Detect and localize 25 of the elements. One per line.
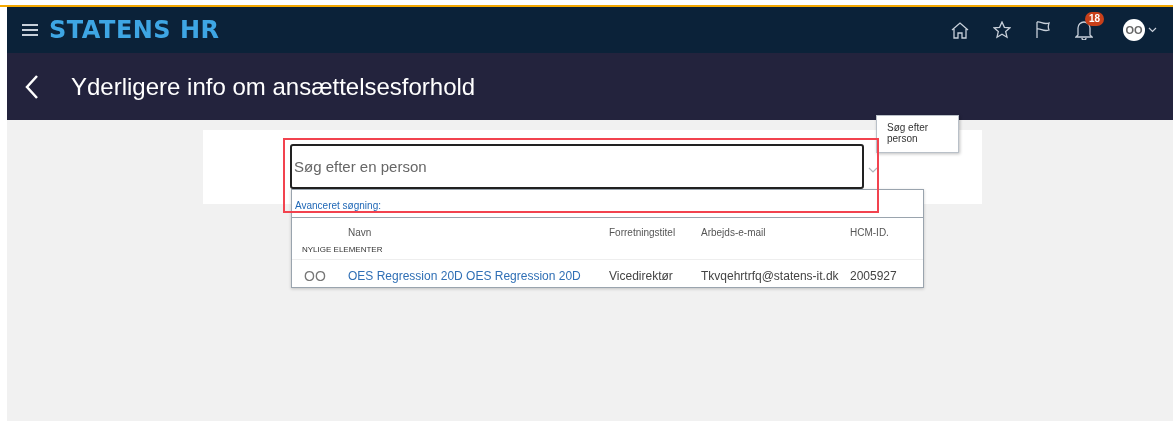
column-header: Forretningstitel xyxy=(609,227,677,238)
user-avatar[interactable]: OO xyxy=(1123,19,1145,41)
column-header: Arbejds-e-mail xyxy=(701,227,767,238)
section-label: NYLIGE ELEMENTER xyxy=(292,238,923,260)
email-text: Tkvqehrtrfq@statens-it.dk xyxy=(701,268,840,284)
search-field[interactable]: Søg efter en person xyxy=(290,144,864,189)
menu-icon[interactable] xyxy=(22,24,38,36)
tooltip: Søg efter person xyxy=(876,115,959,153)
notification-badge: 18 xyxy=(1085,12,1105,26)
flag-icon[interactable] xyxy=(1035,21,1051,39)
back-icon[interactable] xyxy=(25,73,39,100)
column-header: HCM-ID. xyxy=(850,227,890,238)
hcm-id: 2005927 xyxy=(850,268,898,284)
result-row[interactable]: OO OES Regression 20D OES Regression 20D Vicedirektør Tkvqehrtrfq@statens-it.dk 2005927 xyxy=(292,260,923,287)
person-name-link[interactable]: OES Regression 20D OES Regression 20D xyxy=(348,268,609,284)
job-title: Vicedirektør xyxy=(609,268,674,284)
bell-icon[interactable] xyxy=(1075,20,1093,40)
app-title: STATENS HR xyxy=(49,16,220,44)
star-icon[interactable] xyxy=(993,21,1011,39)
person-initials: OO xyxy=(303,268,327,284)
column-header: Navn xyxy=(348,227,373,238)
chevron-down-icon[interactable] xyxy=(1148,27,1157,33)
home-icon[interactable] xyxy=(951,21,969,39)
advanced-search-link[interactable]: Avanceret søgning: xyxy=(292,190,923,218)
page-title: Yderligere info om ansættelsesforhold xyxy=(71,72,476,101)
